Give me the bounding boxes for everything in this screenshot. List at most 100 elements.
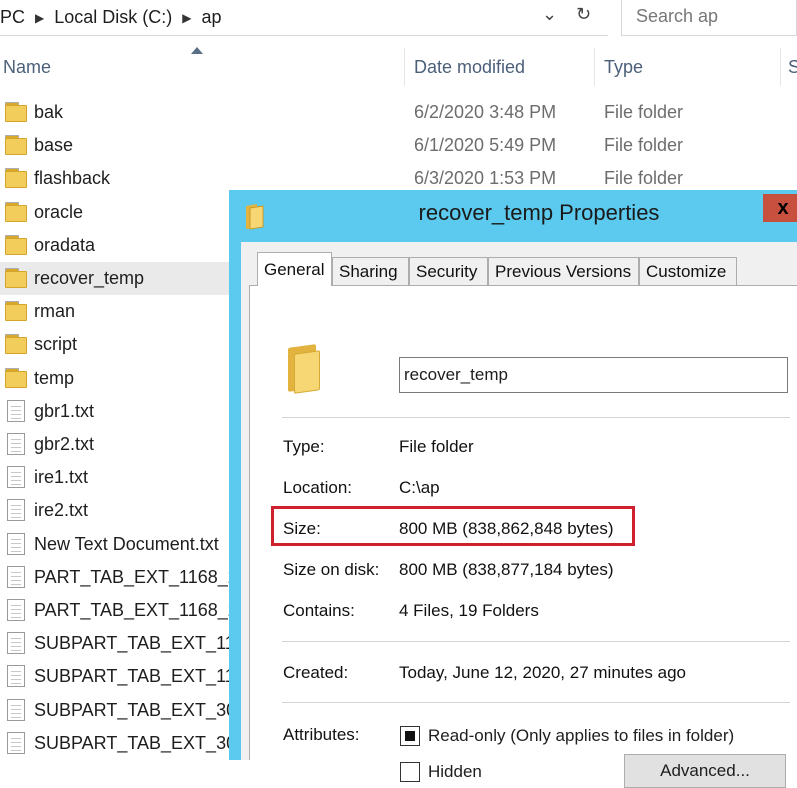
text-file-icon bbox=[7, 466, 25, 489]
folder-icon bbox=[5, 135, 27, 156]
column-divider[interactable] bbox=[404, 48, 405, 86]
divider bbox=[282, 641, 790, 642]
file-name: SUBPART_TAB_EXT_116 bbox=[34, 666, 245, 687]
file-name: SUBPART_TAB_EXT_116 bbox=[34, 633, 245, 654]
column-header-type[interactable]: Type bbox=[604, 48, 774, 86]
file-name: temp bbox=[34, 367, 75, 388]
column-header-name[interactable]: Name bbox=[3, 48, 403, 86]
type-label: Type: bbox=[283, 437, 325, 456]
tab-customize[interactable]: Customize bbox=[639, 257, 737, 285]
folder-icon bbox=[5, 334, 27, 355]
file-name: gbr2.txt bbox=[34, 434, 95, 454]
text-file-icon bbox=[7, 433, 25, 455]
file-type: File folder bbox=[604, 102, 684, 122]
file-name: PART_TAB_EXT_1168_28 bbox=[34, 566, 248, 587]
file-name: rman bbox=[34, 301, 76, 322]
file-row[interactable]: base 6/1/2020 5:49 PM File folder bbox=[0, 129, 797, 162]
contains-label: Contains: bbox=[283, 601, 355, 620]
file-name: ire2.txt bbox=[34, 500, 89, 521]
close-button[interactable]: x bbox=[763, 194, 797, 222]
file-name: base bbox=[34, 135, 74, 156]
advanced-button[interactable]: Advanced... bbox=[624, 754, 786, 788]
dialog-titlebar[interactable]: recover_temp Properties x bbox=[229, 190, 797, 242]
file-name: script bbox=[34, 334, 78, 355]
file-date: 6/3/2020 1:53 PM bbox=[414, 168, 557, 189]
file-date: 6/2/2020 3:48 PM bbox=[414, 102, 557, 122]
file-name: SUBPART_TAB_EXT_305 bbox=[34, 732, 247, 753]
contains-value: 4 Files, 19 Folders bbox=[399, 601, 539, 620]
file-icon bbox=[7, 565, 25, 588]
file-row[interactable]: bak 6/2/2020 3:48 PM File folder bbox=[0, 96, 797, 129]
text-file-icon bbox=[7, 399, 25, 422]
folder-icon bbox=[243, 202, 267, 235]
file-name: gbr1.txt bbox=[34, 400, 95, 421]
search-placeholder: Search ap bbox=[636, 6, 719, 26]
properties-dialog: recover_temp Properties x General Sharin… bbox=[229, 190, 797, 788]
file-name: PART_TAB_EXT_1168_28 bbox=[34, 600, 248, 620]
tab-general[interactable]: General bbox=[257, 252, 332, 286]
folder-name-input[interactable]: recover_temp bbox=[399, 357, 788, 393]
file-date: 6/1/2020 5:49 PM bbox=[414, 135, 557, 156]
hidden-checkbox[interactable] bbox=[400, 762, 420, 782]
breadcrumb-ap[interactable]: ap bbox=[202, 7, 222, 28]
folder-icon bbox=[5, 268, 27, 288]
created-value: Today, June 12, 2020, 27 minutes ago bbox=[399, 663, 686, 682]
breadcrumb-separator-icon[interactable]: ▶ bbox=[35, 11, 44, 25]
column-divider[interactable] bbox=[780, 48, 781, 86]
tab-security[interactable]: Security bbox=[409, 257, 488, 285]
dialog-body: General Sharing Security Previous Versio… bbox=[241, 242, 797, 788]
breadcrumb-separator-icon[interactable]: ▶ bbox=[182, 11, 191, 25]
file-name: oracle bbox=[34, 201, 84, 222]
column-header-date[interactable]: Date modified bbox=[414, 48, 594, 86]
file-icon bbox=[7, 665, 25, 688]
folder-icon bbox=[5, 367, 27, 388]
file-name: recover_temp bbox=[34, 268, 145, 288]
divider bbox=[282, 702, 790, 703]
text-file-icon bbox=[7, 499, 25, 522]
file-name: flashback bbox=[34, 168, 111, 189]
chevron-down-icon[interactable]: ⌄ bbox=[542, 4, 557, 25]
file-name: bak bbox=[34, 102, 64, 122]
file-icon bbox=[7, 632, 25, 655]
column-divider[interactable] bbox=[594, 48, 595, 86]
size-on-disk-label: Size on disk: bbox=[283, 560, 380, 579]
tab-sharing[interactable]: Sharing bbox=[332, 257, 409, 285]
location-label: Location: bbox=[283, 478, 352, 497]
created-label: Created: bbox=[283, 663, 349, 682]
large-folder-icon bbox=[284, 344, 322, 394]
breadcrumb-local-disk[interactable]: Local Disk (C:) bbox=[54, 7, 172, 28]
file-type: File folder bbox=[604, 168, 684, 189]
folder-icon bbox=[5, 201, 27, 222]
file-icon bbox=[7, 731, 25, 754]
folder-icon bbox=[5, 301, 27, 322]
file-name: SUBPART_TAB_EXT_305 bbox=[34, 699, 247, 720]
text-file-icon bbox=[7, 532, 25, 555]
divider bbox=[282, 417, 790, 418]
readonly-checkbox[interactable] bbox=[400, 726, 420, 746]
type-value: File folder bbox=[399, 437, 474, 456]
tab-previous-versions[interactable]: Previous Versions bbox=[488, 257, 639, 285]
location-value: C:\ap bbox=[399, 478, 440, 497]
folder-icon bbox=[5, 168, 27, 189]
file-icon bbox=[7, 698, 25, 721]
folder-icon bbox=[5, 102, 27, 122]
size-value: 800 MB (838,862,848 bytes) bbox=[399, 519, 614, 538]
size-on-disk-value: 800 MB (838,877,184 bytes) bbox=[399, 560, 614, 579]
file-name: oradata bbox=[34, 234, 96, 255]
search-input[interactable]: Search ap bbox=[621, 0, 797, 36]
file-name: ire1.txt bbox=[34, 467, 89, 488]
hidden-label[interactable]: Hidden bbox=[428, 762, 482, 782]
address-bar[interactable]: PC ▶ Local Disk (C:) ▶ ap ⌄ ↻ bbox=[0, 0, 608, 36]
file-name: New Text Document.txt bbox=[34, 533, 219, 554]
dialog-title: recover_temp Properties bbox=[418, 200, 660, 225]
file-type: File folder bbox=[604, 135, 684, 156]
size-label: Size: bbox=[283, 519, 321, 538]
breadcrumb-pc[interactable]: PC bbox=[0, 7, 25, 28]
column-header-size[interactable]: S bbox=[788, 48, 797, 86]
attributes-label: Attributes: bbox=[283, 725, 360, 744]
general-tab-panel: recover_temp Type: File folder Location:… bbox=[249, 285, 797, 788]
refresh-icon[interactable]: ↻ bbox=[576, 4, 591, 25]
readonly-label[interactable]: Read-only (Only applies to files in fold… bbox=[428, 726, 734, 746]
file-icon bbox=[7, 599, 25, 621]
folder-icon bbox=[5, 234, 27, 255]
